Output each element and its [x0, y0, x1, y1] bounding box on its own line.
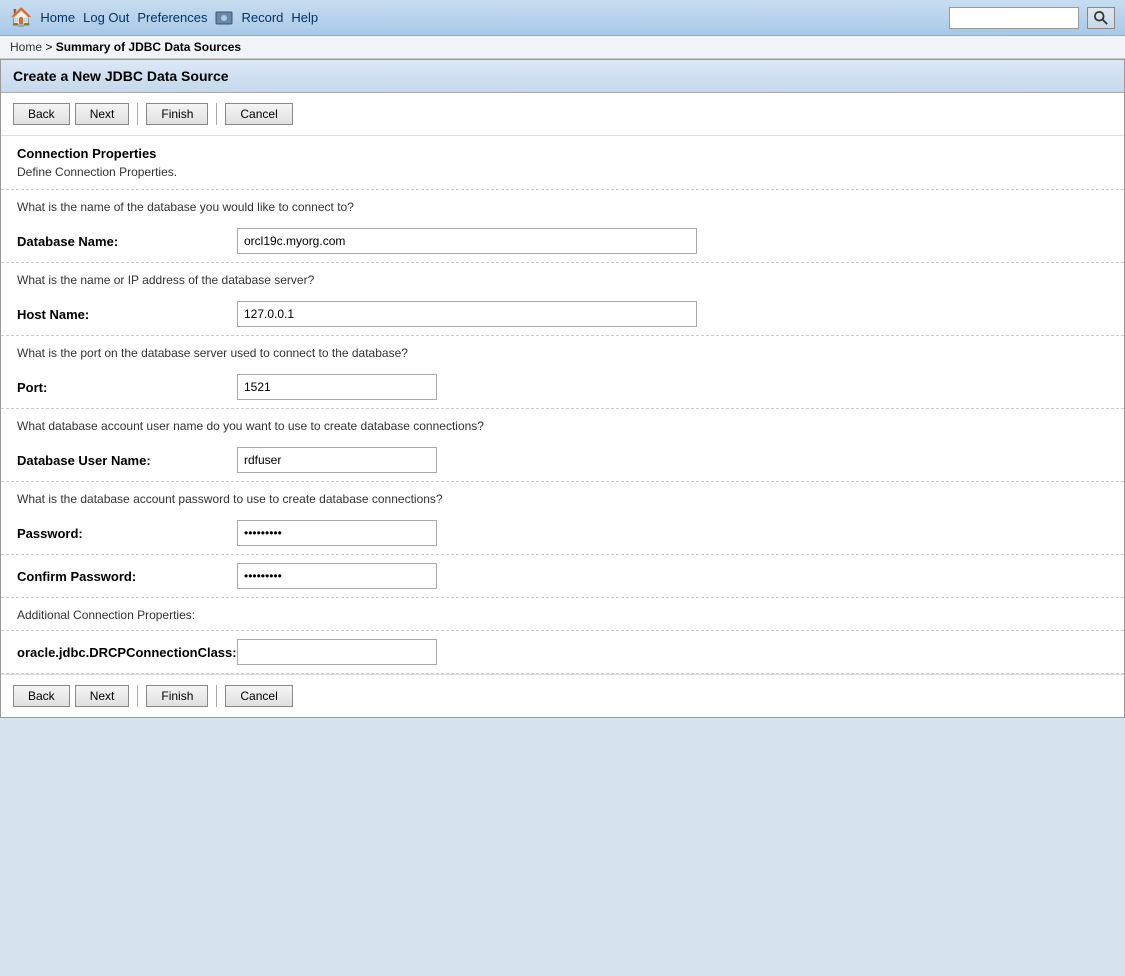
- confirm-password-label: Confirm Password:: [17, 569, 237, 584]
- breadcrumb-home[interactable]: Home: [10, 40, 42, 54]
- host-field-row: Host Name:: [1, 293, 1124, 335]
- db-name-field-row: Database Name:: [1, 220, 1124, 262]
- page-title: Create a New JDBC Data Source: [1, 60, 1124, 93]
- nav-preferences[interactable]: Preferences: [137, 10, 207, 25]
- port-input[interactable]: [237, 374, 437, 400]
- db-name-label: Database Name:: [17, 234, 237, 249]
- drcp-label: oracle.jdbc.DRCPConnectionClass:: [17, 645, 237, 660]
- topbar: 🏠 Home Log Out Preferences Record Help: [0, 0, 1125, 36]
- breadcrumb: Home > Summary of JDBC Data Sources: [0, 36, 1125, 59]
- db-user-field-row: Database User Name:: [1, 439, 1124, 481]
- button-separator-1: [137, 103, 138, 125]
- host-question: What is the name or IP address of the da…: [1, 263, 1124, 293]
- finish-button-bottom[interactable]: Finish: [146, 685, 208, 707]
- additional-section: Additional Connection Properties:: [1, 598, 1124, 631]
- db-user-section: What database account user name do you w…: [1, 409, 1124, 482]
- cancel-button-top[interactable]: Cancel: [225, 103, 292, 125]
- nav-home[interactable]: Home: [40, 10, 75, 25]
- search-input[interactable]: [949, 7, 1079, 29]
- back-button-bottom[interactable]: Back: [13, 685, 70, 707]
- finish-button-top[interactable]: Finish: [146, 103, 208, 125]
- db-user-question: What database account user name do you w…: [1, 409, 1124, 439]
- password-input[interactable]: [237, 520, 437, 546]
- search-button[interactable]: [1087, 7, 1115, 29]
- db-name-input[interactable]: [237, 228, 697, 254]
- host-name-section: What is the name or IP address of the da…: [1, 263, 1124, 336]
- db-user-label: Database User Name:: [17, 453, 237, 468]
- button-separator-4: [216, 685, 217, 707]
- connection-properties-section: Connection Properties Define Connection …: [1, 136, 1124, 190]
- main-content: Create a New JDBC Data Source Back Next …: [0, 59, 1125, 718]
- host-label: Host Name:: [17, 307, 237, 322]
- next-button-bottom[interactable]: Next: [75, 685, 130, 707]
- nav-record[interactable]: Record: [241, 10, 283, 25]
- additional-label: Additional Connection Properties:: [17, 608, 1108, 622]
- password-question: What is the database account password to…: [1, 482, 1124, 512]
- db-name-question: What is the name of the database you wou…: [1, 190, 1124, 220]
- port-section: What is the port on the database server …: [1, 336, 1124, 409]
- cancel-button-bottom[interactable]: Cancel: [225, 685, 292, 707]
- port-label: Port:: [17, 380, 237, 395]
- host-input[interactable]: [237, 301, 697, 327]
- password-label: Password:: [17, 526, 237, 541]
- button-separator-3: [137, 685, 138, 707]
- drcp-input[interactable]: [237, 639, 437, 665]
- breadcrumb-separator: >: [45, 40, 52, 54]
- top-button-bar: Back Next Finish Cancel: [1, 93, 1124, 136]
- home-icon: 🏠: [10, 7, 32, 28]
- breadcrumb-current: Summary of JDBC Data Sources: [56, 40, 241, 54]
- conn-props-description: Define Connection Properties.: [17, 165, 1108, 179]
- nav-help[interactable]: Help: [291, 10, 318, 25]
- bottom-button-bar: Back Next Finish Cancel: [1, 674, 1124, 717]
- record-icon: [215, 10, 233, 26]
- db-user-input[interactable]: [237, 447, 437, 473]
- drcp-field-row: oracle.jdbc.DRCPConnectionClass:: [1, 631, 1124, 674]
- password-section: What is the database account password to…: [1, 482, 1124, 598]
- password-field-row: Password:: [1, 512, 1124, 555]
- confirm-password-field-row: Confirm Password:: [1, 555, 1124, 597]
- nav-logout[interactable]: Log Out: [83, 10, 129, 25]
- port-field-row: Port:: [1, 366, 1124, 408]
- port-question: What is the port on the database server …: [1, 336, 1124, 366]
- confirm-password-input[interactable]: [237, 563, 437, 589]
- database-name-section: What is the name of the database you wou…: [1, 190, 1124, 263]
- back-button-top[interactable]: Back: [13, 103, 70, 125]
- next-button-top[interactable]: Next: [75, 103, 130, 125]
- button-separator-2: [216, 103, 217, 125]
- search-icon: [1094, 11, 1108, 25]
- conn-props-title: Connection Properties: [17, 146, 1108, 161]
